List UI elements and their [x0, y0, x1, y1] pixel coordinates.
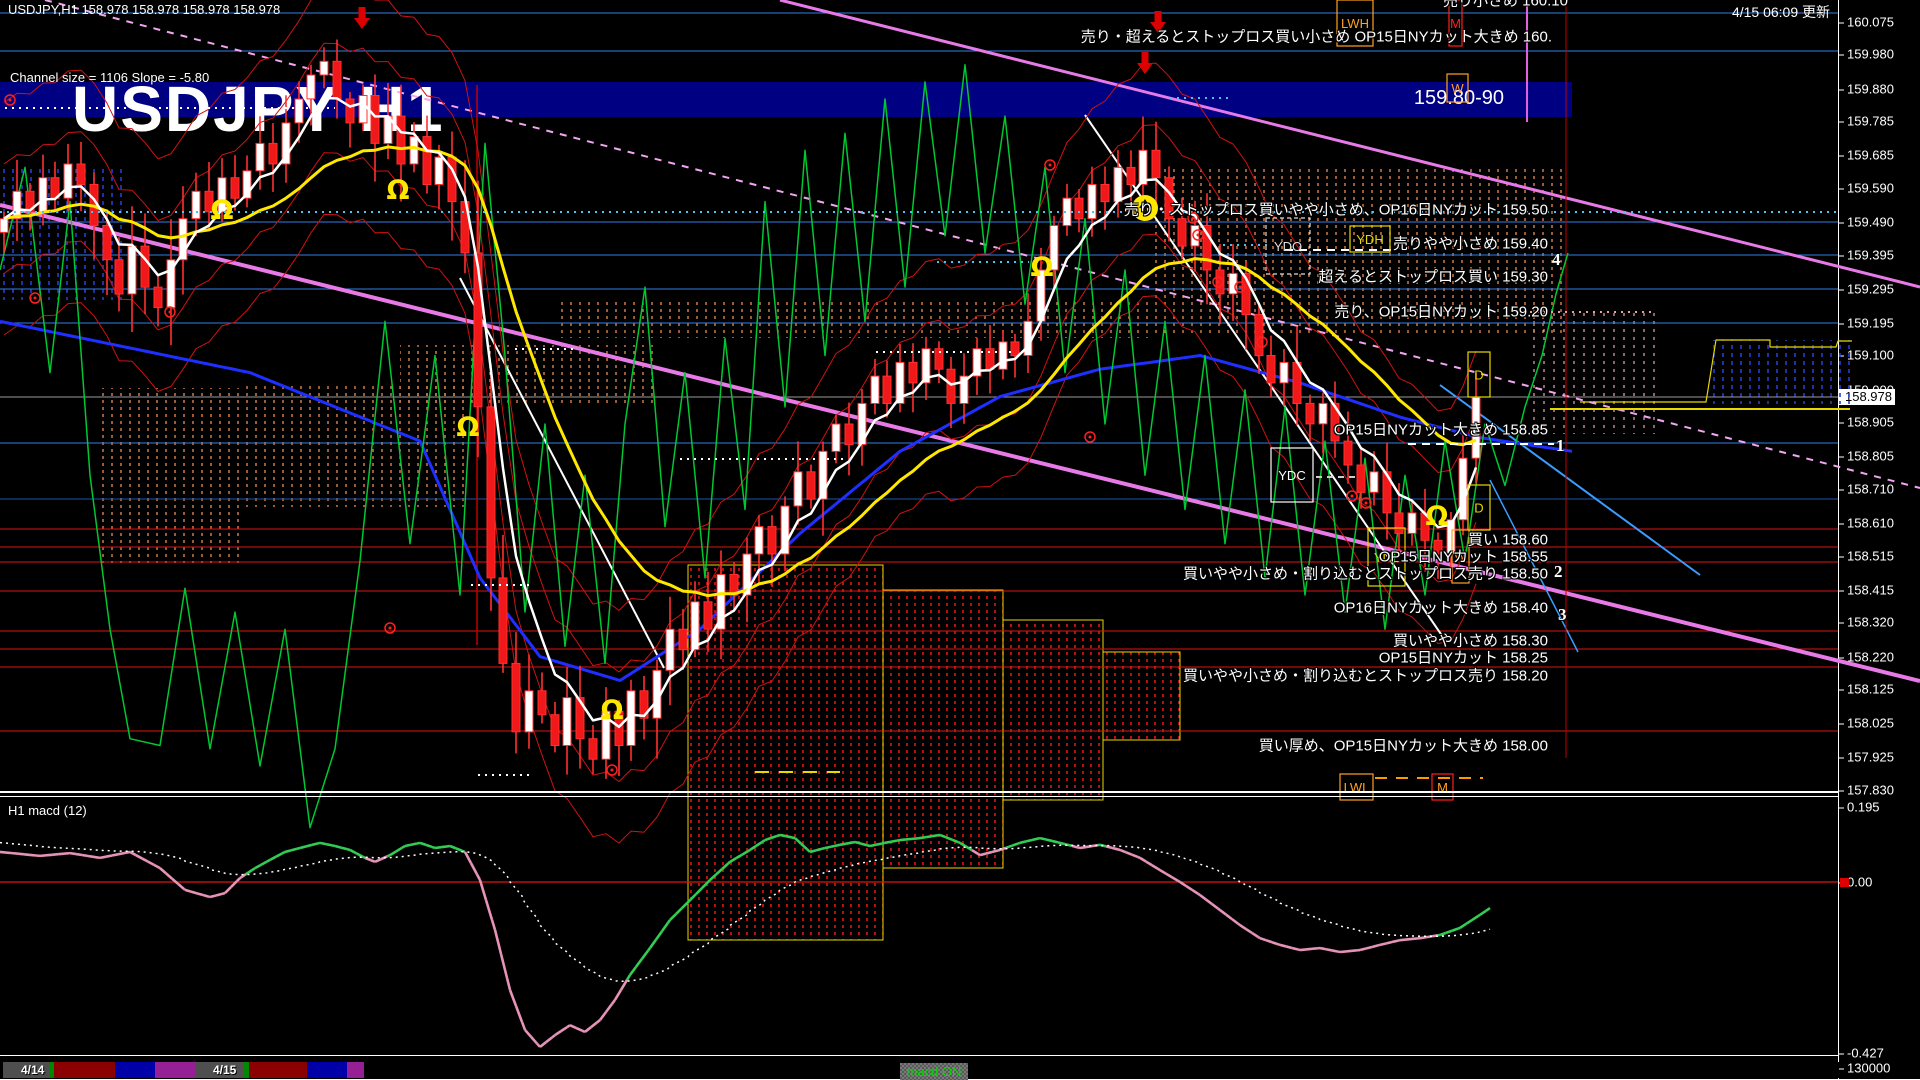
sell-signal-marker — [4, 94, 16, 106]
session-strip-segment — [307, 1062, 347, 1078]
macd-toggle-button[interactable]: macd ON — [900, 1063, 968, 1080]
omega-signal-icon: Ω — [211, 195, 234, 226]
channel-info-label: Channel size = 1106 Slope = -5.80 — [10, 70, 210, 85]
wave-count-label: 3 — [1558, 605, 1567, 624]
price-annotation: 買いやや小さめ・割り込むとストップロス売り 158.50 — [1182, 565, 1548, 583]
session-strip-segment — [115, 1062, 155, 1078]
last-updated-label: 4/15 06:09 更新 — [1731, 4, 1830, 20]
price-annotation: 買いやや小さめ・割り込むとストップロス売り 158.20 — [1182, 667, 1548, 685]
price-annotation: 超えるとストップロス買い 159.30 — [1318, 268, 1548, 286]
sell-signal-marker — [1044, 159, 1056, 171]
sell-signal-marker — [1084, 431, 1096, 443]
session-strip-segment — [155, 1062, 195, 1078]
pane-separator-top[interactable] — [0, 791, 1839, 793]
down-arrow-icon — [354, 7, 370, 29]
wave-count-label: 1 — [1556, 436, 1565, 455]
marker-box-d: D — [1467, 484, 1491, 531]
price-annotation: 売り・超えるとストップロス買い小さめ OP15日NYカット大きめ 160. — [1080, 28, 1552, 46]
svg-text:D: D — [1474, 501, 1483, 516]
svg-text:D: D — [1474, 368, 1483, 383]
svg-text:YDH: YDH — [1356, 232, 1383, 247]
session-strip-segment — [54, 1062, 115, 1078]
ohlc-title: USDJPY,H1 158.978 158.978 158.978 158.97… — [8, 2, 281, 17]
omega-signal-icon: Ω — [387, 175, 410, 206]
sell-signal-marker — [164, 306, 176, 318]
macd-indicator-label: H1 macd (12) — [8, 803, 87, 818]
sell-signal-marker — [606, 764, 618, 776]
session-strip-segment — [347, 1062, 364, 1078]
omega-signal-icon: Ω — [1031, 252, 1054, 283]
svg-text:W: W — [1451, 81, 1464, 96]
chart-canvas[interactable]: ΩΩΩΩΩΩLWH MWYDO YDHDYDCDWYDLLWL M — [0, 0, 1920, 1080]
session-strip-segment — [249, 1062, 307, 1078]
chart-graphics: ΩΩΩΩΩΩLWH MWYDO YDHDYDCDWYDLLWL M — [0, 0, 1920, 1048]
price-annotation: 買い厚め、OP15日NYカット大きめ 158.00 — [1258, 737, 1548, 755]
price-annotation: OP15日NYカット大きめ 158.85 — [1333, 421, 1548, 439]
strip-separator[interactable] — [0, 1055, 1839, 1056]
price-annotation: 売り・ストップロス買いやや小さめ、OP16日NYカット 159.50 — [1123, 201, 1548, 219]
omega-signal-icon: Ω — [601, 695, 624, 726]
pane-separator-bottom — [0, 796, 1839, 797]
omega-signal-icon: Ω — [1426, 501, 1449, 532]
wave-count-label: 2 — [1554, 562, 1563, 581]
price-annotation: OP16日NYカット大きめ 158.40 — [1333, 599, 1548, 617]
session-strip-segment — [364, 1062, 1839, 1078]
omega-signal-icon: Ω — [457, 412, 480, 443]
trading-chart-window: 159.80-90 USDJPY H1 Ω Ω Ω Ω Ω Ω LWH M W YDO YDH D YD… — [0, 0, 1920, 1080]
date-label: 4/15 — [213, 1063, 237, 1077]
marker-box-w: W — [1446, 73, 1469, 103]
date-label: 4/14 — [21, 1063, 45, 1077]
down-arrow-icon — [1137, 52, 1153, 74]
wave-count-label: 4 — [1552, 250, 1561, 269]
svg-text:YDO: YDO — [1274, 239, 1302, 254]
price-annotation: 売りやや小さめ 159.40 — [1392, 235, 1548, 253]
price-annotation: 売り小さめ 160.10 — [1442, 0, 1568, 10]
price-annotation: 売り、OP15日NYカット 159.20 — [1334, 303, 1548, 321]
svg-text:YDC: YDC — [1278, 468, 1305, 483]
